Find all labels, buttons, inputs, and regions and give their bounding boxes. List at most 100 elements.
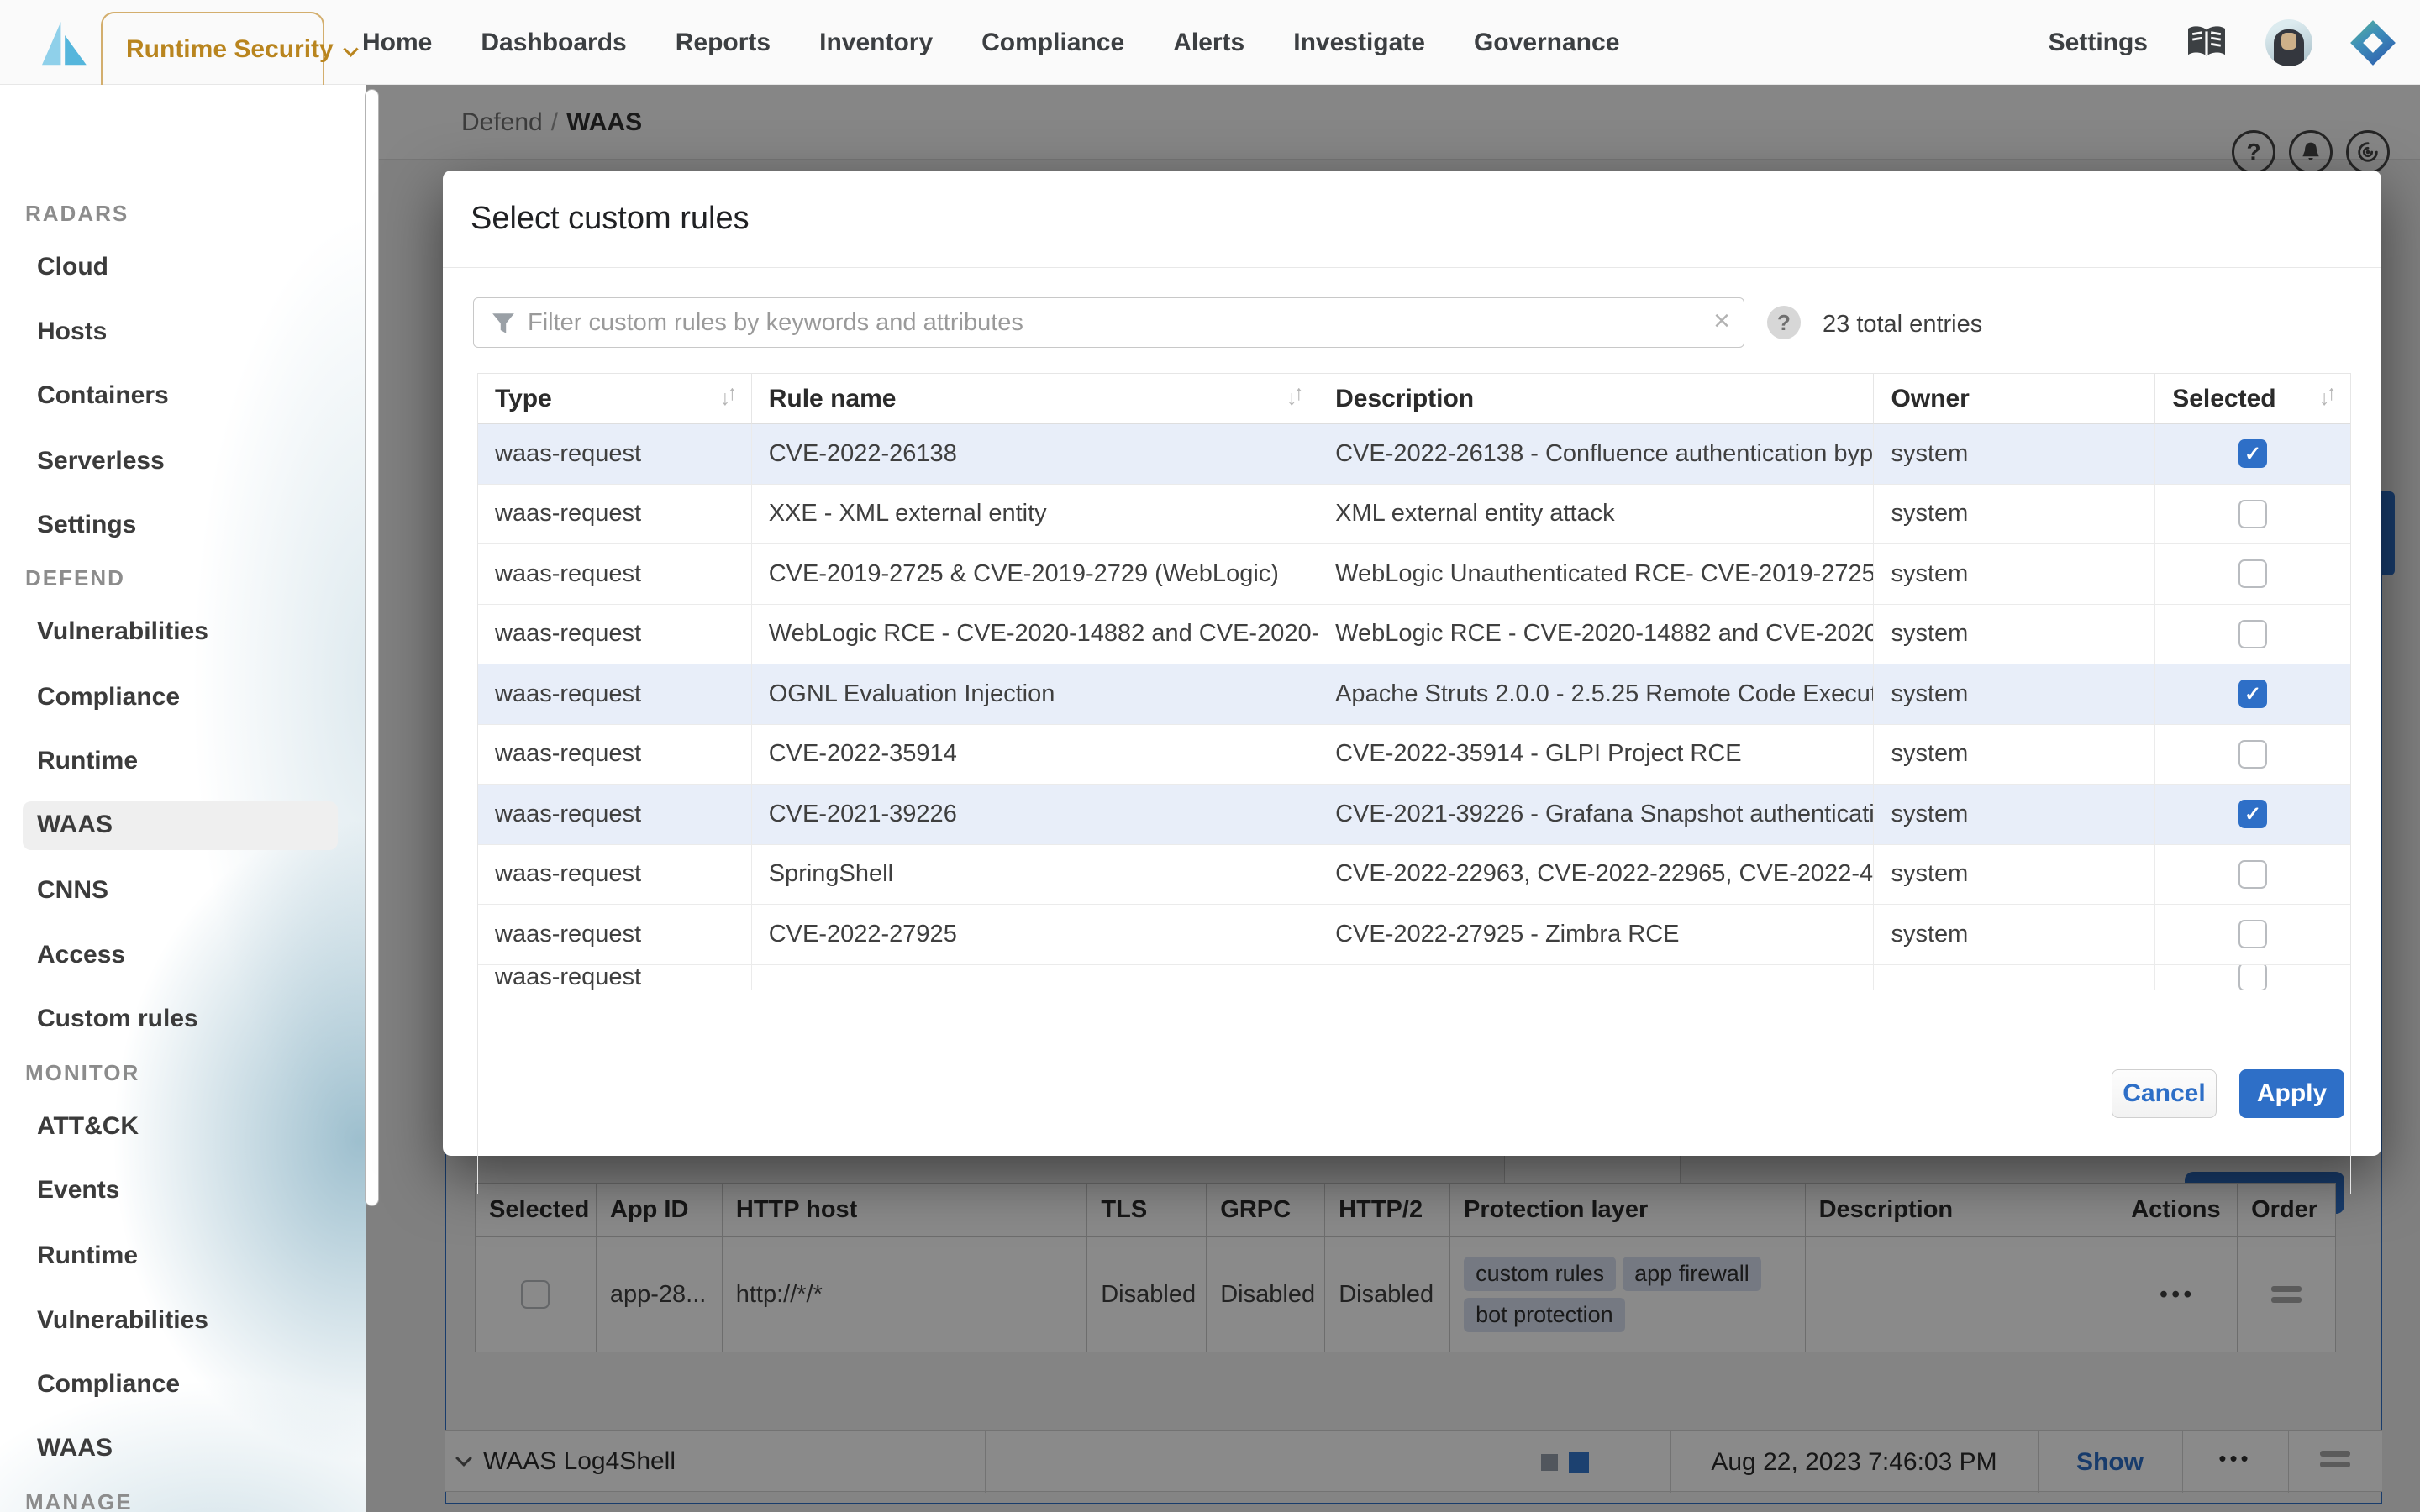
rule-description-cell: CVE-2022-22963, CVE-2022-22965, CVE-2022… xyxy=(1318,845,1874,906)
nav-inventory[interactable]: Inventory xyxy=(819,29,933,57)
col-header-description: Description xyxy=(1318,374,1874,424)
custom-rules-table: Type↓↑ Rule name↓↑ Description Owner Sel… xyxy=(477,373,2351,1194)
nav-alerts[interactable]: Alerts xyxy=(1173,29,1244,57)
rule-name-cell: WebLogic RCE - CVE-2020-14882 and CVE-20… xyxy=(752,605,1318,665)
sidebar-item-vulnerabilities[interactable]: Vulnerabilities xyxy=(37,617,208,646)
rule-type-cell: waas-request xyxy=(478,544,752,605)
top-navbar: Runtime Security Home Dashboards Reports… xyxy=(0,0,2420,85)
sidebar-item-custom-rules[interactable]: Custom rules xyxy=(37,1005,198,1033)
table-row[interactable]: waas-request CVE-2022-35914 CVE-2022-359… xyxy=(478,725,2350,785)
sidebar-item-settings[interactable]: Settings xyxy=(37,511,136,539)
table-row[interactable]: waas-request CVE-2022-27925 CVE-2022-279… xyxy=(478,905,2350,965)
sort-icon[interactable]: ↓↑ xyxy=(720,386,738,411)
filter-input[interactable] xyxy=(528,298,1687,347)
sort-icon[interactable]: ↓↑ xyxy=(2319,386,2337,411)
table-row[interactable]: waas-request CVE-2019-2725 & CVE-2019-27… xyxy=(478,544,2350,605)
rule-selected-checkbox[interactable] xyxy=(2238,559,2267,588)
sidebar-scrollbar-thumb[interactable] xyxy=(365,89,379,1206)
rule-selected-checkbox[interactable] xyxy=(2238,740,2267,769)
sidebar-item-cnns[interactable]: CNNS xyxy=(37,876,108,905)
product-switcher-label: Runtime Security xyxy=(126,35,356,64)
select-custom-rules-modal: Select custom rules × ? 23 total entries… xyxy=(443,171,2381,1156)
avatar[interactable] xyxy=(2265,19,2312,66)
sidebar-item-attck[interactable]: ATT&CK xyxy=(37,1112,139,1141)
rule-selected-checkbox[interactable] xyxy=(2238,680,2267,708)
book-icon[interactable] xyxy=(2185,24,2228,61)
prisma-cloud-logo-icon[interactable] xyxy=(2349,19,2396,66)
rule-name-cell: XXE - XML external entity xyxy=(752,485,1318,545)
nav-settings[interactable]: Settings xyxy=(2049,29,2148,57)
rule-selected-checkbox[interactable] xyxy=(2238,920,2267,948)
rule-selected-checkbox[interactable] xyxy=(2238,965,2267,990)
rule-name-cell: CVE-2022-27925 xyxy=(752,905,1318,965)
rule-selected-checkbox[interactable] xyxy=(2238,800,2267,828)
section-defend: DEFEND xyxy=(25,565,125,591)
nav-dashboards[interactable]: Dashboards xyxy=(481,29,626,57)
primary-nav: Home Dashboards Reports Inventory Compli… xyxy=(362,0,1619,85)
table-row[interactable]: waas-request xyxy=(478,965,2350,990)
navbar-right: Settings xyxy=(2049,0,2396,85)
rule-selected-checkbox[interactable] xyxy=(2238,620,2267,648)
rules-table-header: Type↓↑ Rule name↓↑ Description Owner Sel… xyxy=(478,374,2350,424)
sidebar-item-waas-monitor[interactable]: WAAS xyxy=(37,1434,113,1462)
sort-icon[interactable]: ↓↑ xyxy=(1286,386,1304,411)
table-row[interactable]: waas-request OGNL Evaluation Injection A… xyxy=(478,664,2350,725)
nav-investigate[interactable]: Investigate xyxy=(1293,29,1425,57)
total-entries-label: 23 total entries xyxy=(1823,311,1982,339)
sidebar-item-access[interactable]: Access xyxy=(37,941,125,969)
col-header-type[interactable]: Type↓↑ xyxy=(478,374,752,424)
sidebar-item-cloud[interactable]: Cloud xyxy=(37,253,108,281)
sidebar-item-waas-active[interactable]: WAAS xyxy=(37,811,113,839)
rule-description-cell: WebLogic Unauthenticated RCE- CVE-2019-2… xyxy=(1318,544,1874,605)
table-row[interactable]: waas-request CVE-2022-26138 CVE-2022-261… xyxy=(478,424,2350,485)
rule-type-cell: waas-request xyxy=(478,664,752,725)
rule-type-cell: waas-request xyxy=(478,485,752,545)
rule-selected-checkbox[interactable] xyxy=(2238,439,2267,468)
rule-owner-cell: system xyxy=(1874,725,2155,785)
rule-name-cell: CVE-2022-26138 xyxy=(752,424,1318,485)
rule-description-cell: XML external entity attack xyxy=(1318,485,1874,545)
rule-description-cell: CVE-2022-35914 - GLPI Project RCE xyxy=(1318,725,1874,785)
rule-owner-cell: system xyxy=(1874,785,2155,845)
table-row[interactable]: waas-request CVE-2021-39226 CVE-2021-392… xyxy=(478,785,2350,845)
rule-type-cell: waas-request xyxy=(478,965,752,990)
sidebar-item-runtime[interactable]: Runtime xyxy=(37,747,138,775)
rule-description-cell: WebLogic RCE - CVE-2020-14882 and CVE-20… xyxy=(1318,605,1874,665)
rule-owner-cell: system xyxy=(1874,605,2155,665)
rule-type-cell: waas-request xyxy=(478,605,752,665)
rule-description-cell: CVE-2021-39226 - Grafana Snapshot authen… xyxy=(1318,785,1874,845)
sidebar-item-containers[interactable]: Containers xyxy=(37,381,169,410)
rule-name-cell: CVE-2022-35914 xyxy=(752,725,1318,785)
rule-selected-checkbox[interactable] xyxy=(2238,500,2267,528)
table-row[interactable]: waas-request XXE - XML external entity X… xyxy=(478,485,2350,545)
sidebar-item-compliance-monitor[interactable]: Compliance xyxy=(37,1370,180,1399)
rule-type-cell: waas-request xyxy=(478,785,752,845)
product-switcher[interactable]: Runtime Security xyxy=(101,12,324,85)
clear-filter-icon[interactable]: × xyxy=(1713,305,1730,338)
rule-name-cell: CVE-2021-39226 xyxy=(752,785,1318,845)
apply-button[interactable]: Apply xyxy=(2239,1069,2344,1118)
filter-help-icon[interactable]: ? xyxy=(1767,306,1801,339)
sidebar-item-runtime-monitor[interactable]: Runtime xyxy=(37,1242,138,1270)
table-row[interactable]: waas-request WebLogic RCE - CVE-2020-148… xyxy=(478,605,2350,665)
cancel-button[interactable]: Cancel xyxy=(2112,1069,2217,1118)
console-logo-icon[interactable] xyxy=(35,15,89,69)
table-row[interactable]: waas-request SpringShell CVE-2022-22963,… xyxy=(478,845,2350,906)
sidebar-item-compliance[interactable]: Compliance xyxy=(37,683,180,711)
col-header-rule-name[interactable]: Rule name↓↑ xyxy=(752,374,1318,424)
sidebar-item-events[interactable]: Events xyxy=(37,1176,119,1205)
rule-owner-cell: system xyxy=(1874,544,2155,605)
col-header-owner: Owner xyxy=(1874,374,2155,424)
sidebar-item-hosts[interactable]: Hosts xyxy=(37,318,107,346)
col-header-selected[interactable]: Selected↓↑ xyxy=(2155,374,2350,424)
rules-table-body: waas-request CVE-2022-26138 CVE-2022-261… xyxy=(478,424,2350,990)
sidebar-item-serverless[interactable]: Serverless xyxy=(37,447,165,475)
nav-reports[interactable]: Reports xyxy=(676,29,771,57)
nav-compliance[interactable]: Compliance xyxy=(981,29,1124,57)
app-window: Defend/WAAS ? Selected App ID HTTP host … xyxy=(0,0,2420,1512)
filter-funnel-icon xyxy=(491,311,516,336)
sidebar-item-vulnerabilities-monitor[interactable]: Vulnerabilities xyxy=(37,1306,208,1335)
nav-governance[interactable]: Governance xyxy=(1474,29,1619,57)
rule-selected-checkbox[interactable] xyxy=(2238,860,2267,889)
nav-home[interactable]: Home xyxy=(362,29,432,57)
